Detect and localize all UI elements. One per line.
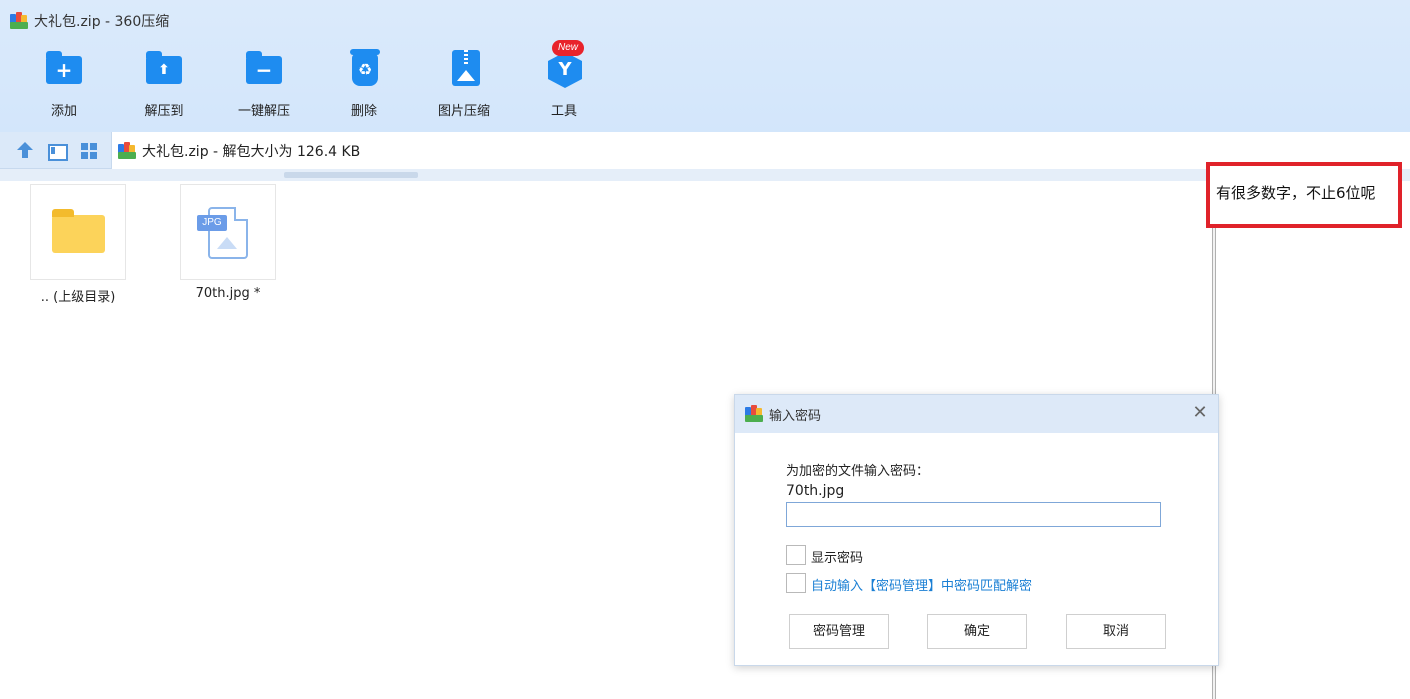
horizontal-scrollbar[interactable] xyxy=(0,169,1410,181)
archive-icon xyxy=(118,141,136,160)
file-item-70th-jpg[interactable]: JPG 70th.jpg * xyxy=(173,184,283,301)
archive-icon xyxy=(745,405,763,423)
file-item-parent-folder[interactable]: .. (上级目录) xyxy=(23,184,133,305)
scrollbar-thumb[interactable] xyxy=(284,172,418,178)
auto-fill-checkbox[interactable] xyxy=(786,573,806,593)
folder-icon xyxy=(52,209,105,253)
title-bar: 大礼包.zip - 360压缩 xyxy=(10,9,169,33)
archive-app-icon xyxy=(10,12,28,30)
app-header: 大礼包.zip - 360压缩 + 添加 ⬆ 解压到 − 一键解压 ♻ 删除 图… xyxy=(0,0,1410,132)
password-dialog: 输入密码 ✕ 为加密的文件输入密码： 70th.jpg 显示密码 自动输入【密码… xyxy=(734,394,1219,666)
annotation-box: 有很多数字，不止6位呢 xyxy=(1206,162,1402,228)
file-name: 70th.jpg * xyxy=(195,286,261,301)
new-badge: New xyxy=(552,40,584,56)
delete-button-label: 删除 xyxy=(350,104,377,119)
auto-fill-link[interactable]: 自动输入【密码管理】中密码匹配解密 xyxy=(811,575,1032,594)
image-compress-label: 图片压缩 xyxy=(437,104,490,119)
image-compress-button[interactable]: 图片压缩 xyxy=(414,44,514,120)
dialog-prompt: 为加密的文件输入密码： xyxy=(786,464,930,479)
close-icon[interactable]: ✕ xyxy=(1192,404,1208,422)
file-thumbnail xyxy=(30,184,126,280)
add-button[interactable]: + 添加 xyxy=(14,44,114,120)
annotation-text: 有很多数字，不止6位呢 xyxy=(1216,184,1376,202)
show-password-label[interactable]: 显示密码 xyxy=(811,547,863,566)
main-toolbar: + 添加 ⬆ 解压到 − 一键解压 ♻ 删除 图片压缩 Y 工具 xyxy=(14,44,614,120)
password-manager-button[interactable]: 密码管理 xyxy=(789,614,889,649)
tools-button-label: 工具 xyxy=(550,104,577,119)
one-click-extract-button[interactable]: − 一键解压 xyxy=(214,44,314,120)
one-click-extract-icon: − xyxy=(244,48,284,88)
one-click-extract-label: 一键解压 xyxy=(237,104,290,119)
delete-button[interactable]: ♻ 删除 xyxy=(314,44,414,120)
show-password-checkbox[interactable] xyxy=(786,545,806,565)
cancel-button[interactable]: 取消 xyxy=(1066,614,1166,649)
address-path: 大礼包.zip - 解包大小为 126.4 KB xyxy=(142,143,361,160)
image-compress-icon xyxy=(444,48,484,88)
window-title: 大礼包.zip - 360压缩 xyxy=(34,14,170,30)
recycle-bin-icon: ♻ xyxy=(344,48,384,88)
ok-button[interactable]: 确定 xyxy=(927,614,1027,649)
add-folder-icon: + xyxy=(44,48,84,88)
file-name: .. (上级目录) xyxy=(40,290,116,305)
extract-folder-icon: ⬆ xyxy=(144,48,184,88)
file-thumbnail: JPG xyxy=(180,184,276,280)
navigation-bar: 大礼包.zip - 解包大小为 126.4 KB xyxy=(0,132,1410,169)
grid-view-icon[interactable] xyxy=(78,140,100,162)
extract-to-button[interactable]: ⬆ 解压到 xyxy=(114,44,214,120)
dialog-title: 输入密码 xyxy=(769,408,822,424)
password-input[interactable] xyxy=(786,502,1161,527)
add-button-label: 添加 xyxy=(50,104,77,119)
list-view-icon[interactable] xyxy=(46,140,68,162)
jpg-tag: JPG xyxy=(197,215,227,231)
extract-to-button-label: 解压到 xyxy=(144,104,184,119)
up-arrow-icon[interactable] xyxy=(14,140,36,162)
encrypted-filename: 70th.jpg xyxy=(786,483,845,499)
dialog-title-bar: 输入密码 xyxy=(735,395,1218,433)
